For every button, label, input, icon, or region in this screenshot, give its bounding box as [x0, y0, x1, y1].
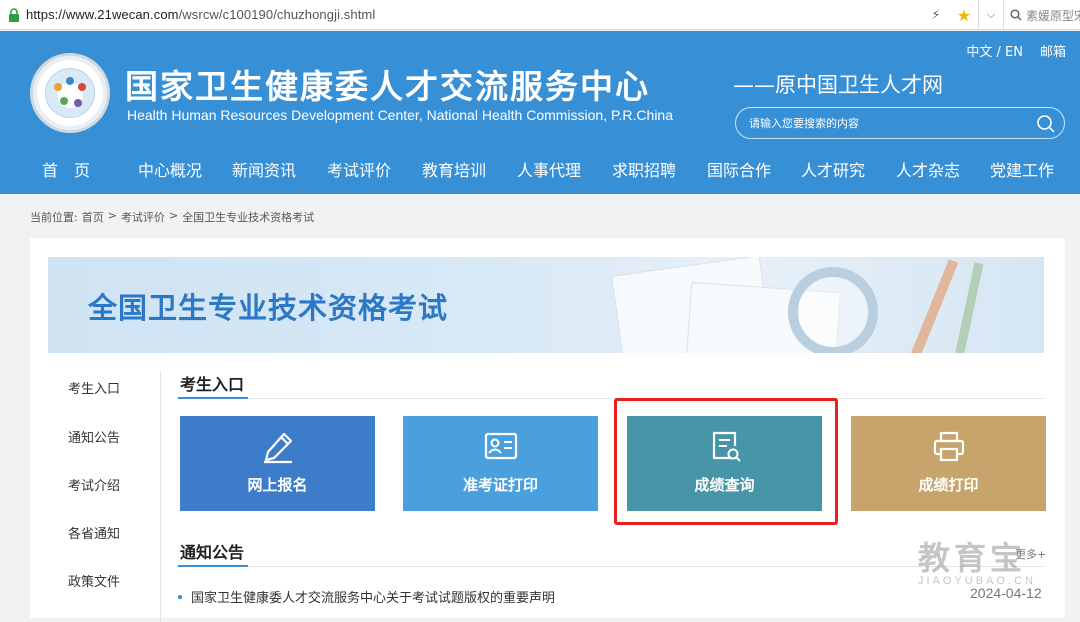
- page-banner: 全国卫生专业技术资格考试: [48, 257, 1044, 353]
- notice-title[interactable]: 国家卫生健康委人才交流服务中心关于考试试题版权的重要声明: [191, 587, 555, 606]
- nav-party[interactable]: 党建工作: [990, 157, 1054, 181]
- online-registration-button[interactable]: 网上报名: [180, 416, 375, 511]
- search-icon[interactable]: [1036, 114, 1056, 134]
- watermark-domain: JIAOYUBAO.CN: [918, 575, 1036, 587]
- nav-home[interactable]: 首 页: [42, 157, 90, 181]
- nav-about[interactable]: 中心概况: [138, 157, 202, 181]
- sidebar-item-notices[interactable]: 通知公告: [68, 427, 120, 446]
- tile-label: 成绩打印: [918, 476, 979, 494]
- url-host: https://www.21wecan.com: [26, 7, 179, 22]
- breadcrumb-current[interactable]: 全国卫生专业技术资格考试: [182, 209, 314, 225]
- url-field[interactable]: https://www.21wecan.com/wsrcw/c100190/ch…: [26, 7, 375, 22]
- entry-heading: 考生入口: [180, 375, 245, 394]
- nav-magazine[interactable]: 人才杂志: [896, 157, 960, 181]
- id-card-icon: [484, 432, 517, 460]
- breadcrumb-separator: >: [168, 209, 179, 222]
- nav-international[interactable]: 国际合作: [707, 157, 771, 181]
- score-print-button[interactable]: 成绩打印: [851, 416, 1046, 511]
- notice-date: 2024-04-12: [970, 585, 1042, 601]
- site-header: 国家卫生健康委人才交流服务中心 Health Human Resources D…: [0, 31, 1080, 194]
- former-name: ——原中国卫生人才网: [733, 73, 943, 97]
- watermark-logo: 教育宝 JIAOYUBAO.CN: [918, 533, 1036, 587]
- watermark-text: 教育宝: [918, 539, 1027, 577]
- printer-icon: [933, 431, 964, 462]
- highlight-box: [614, 398, 838, 525]
- nav-training[interactable]: 教育培训: [422, 157, 486, 181]
- breadcrumb-home[interactable]: 首页: [82, 209, 104, 225]
- breadcrumb-separator: >: [107, 209, 117, 222]
- main-nav: 首 页 中心概况 新闻资讯 考试评价 教育培训 人事代理 求职招聘 国际合作 人…: [0, 157, 1080, 181]
- admission-ticket-print-button[interactable]: 准考证打印: [403, 416, 598, 511]
- site-logo[interactable]: [30, 53, 110, 133]
- list-item[interactable]: 国家卫生健康委人才交流服务中心关于考试试题版权的重要声明: [178, 587, 555, 606]
- nav-jobs[interactable]: 求职招聘: [612, 157, 676, 181]
- sidebar-item-entry[interactable]: 考生入口: [68, 378, 120, 397]
- banner-title: 全国卫生专业技术资格考试: [88, 291, 449, 325]
- sidebar-item-provinces[interactable]: 各省通知: [68, 523, 120, 542]
- lock-icon: [8, 7, 20, 22]
- bookmark-star-icon[interactable]: ★: [950, 0, 978, 30]
- site-subtitle: Health Human Resources Development Cente…: [127, 107, 673, 123]
- breadcrumb: 当前位置: 首页 > 考试评价 > 全国卫生专业技术资格考试: [30, 209, 314, 225]
- breadcrumb-exams[interactable]: 考试评价: [121, 209, 165, 225]
- url-path: /wsrcw/c100190/chuzhongji.shtml: [178, 7, 376, 22]
- tile-label: 网上报名: [247, 476, 308, 494]
- nav-exams[interactable]: 考试评价: [327, 157, 391, 181]
- mail-link[interactable]: 邮箱: [1040, 41, 1066, 60]
- search-input[interactable]: [749, 116, 1029, 130]
- site-search: [735, 107, 1065, 139]
- sidebar-item-policy[interactable]: 政策文件: [68, 571, 120, 590]
- nav-news[interactable]: 新闻资讯: [232, 157, 296, 181]
- breadcrumb-label: 当前位置:: [30, 211, 78, 224]
- bullet-icon: [178, 594, 182, 599]
- browser-search-box[interactable]: 素媛原型宋: [1004, 7, 1080, 24]
- nav-research[interactable]: 人才研究: [801, 157, 865, 181]
- browser-search-text: 素媛原型宋: [1026, 8, 1080, 23]
- search-icon: [1010, 9, 1022, 21]
- site-title: 国家卫生健康委人才交流服务中心: [125, 67, 650, 106]
- browser-address-bar: https://www.21wecan.com/wsrcw/c100190/ch…: [0, 0, 1080, 30]
- lightning-icon[interactable]: ⚡: [922, 0, 950, 30]
- chevron-down-icon[interactable]: ⌵: [979, 8, 1003, 22]
- pencil-icon: [263, 432, 292, 464]
- nav-personnel[interactable]: 人事代理: [517, 157, 581, 181]
- language-switch[interactable]: 中文 / EN: [966, 41, 1023, 60]
- sidebar-item-intro[interactable]: 考试介绍: [68, 475, 120, 494]
- tile-label: 准考证打印: [462, 476, 538, 494]
- magnifier-graphic: [788, 267, 878, 353]
- content-panel: 全国卫生专业技术资格考试 考生入口 通知公告 考试介绍 各省通知 政策文件 考生…: [30, 238, 1065, 622]
- notice-heading: 通知公告: [180, 543, 245, 562]
